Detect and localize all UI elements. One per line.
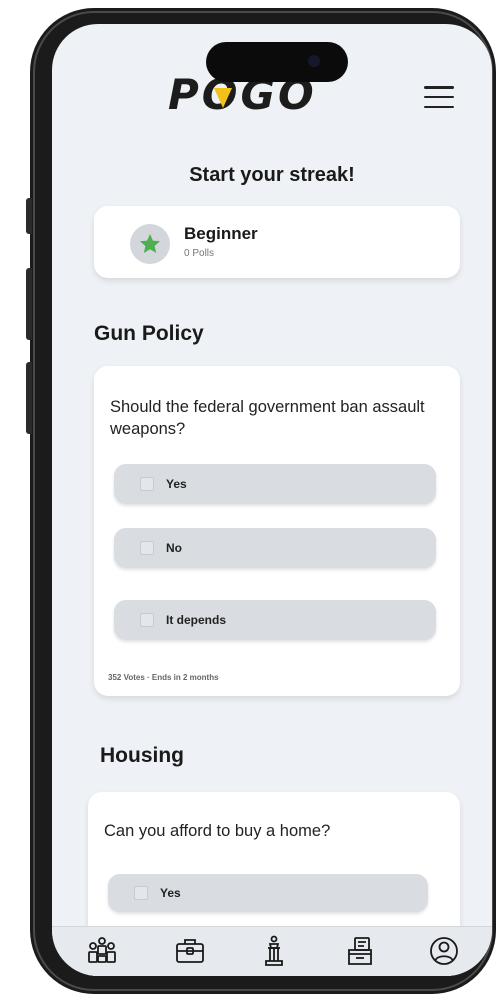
camera-icon	[308, 55, 320, 67]
poll-meta: 352 Votes · Ends in 2 months	[108, 673, 219, 682]
bottom-tab-bar	[52, 926, 492, 976]
option-label: No	[166, 541, 182, 555]
poll-card: Should the federal government ban assaul…	[94, 366, 460, 696]
section-title-housing: Housing	[100, 744, 184, 767]
tab-community[interactable]	[84, 933, 120, 969]
action-button	[26, 198, 32, 234]
tab-profile[interactable]	[426, 933, 462, 969]
poll-question: Should the federal government ban assaul…	[110, 398, 425, 438]
section-title-gun-policy: Gun Policy	[94, 322, 204, 345]
option-label: Yes	[160, 886, 181, 900]
poll-option-yes[interactable]: Yes	[108, 874, 428, 912]
logo-accent-icon	[214, 88, 232, 108]
option-label: It depends	[166, 613, 227, 627]
tab-podium[interactable]	[256, 933, 292, 969]
checkbox[interactable]	[140, 477, 154, 491]
streak-title: Start your streak!	[189, 164, 355, 186]
level-card[interactable]: Beginner 0 Polls	[94, 206, 460, 278]
profile-icon	[430, 937, 458, 965]
checkbox[interactable]	[140, 613, 154, 627]
tab-vote[interactable]	[342, 933, 378, 969]
poll-option-yes[interactable]: Yes	[114, 464, 436, 504]
dynamic-island	[206, 42, 348, 82]
podium-icon	[265, 935, 283, 966]
poll-option-no[interactable]: No	[114, 528, 436, 568]
hamburger-menu-icon[interactable]	[424, 86, 454, 108]
option-label: Yes	[166, 477, 187, 491]
volume-down-button	[26, 362, 32, 434]
poll-question: Can you afford to buy a home?	[104, 822, 331, 840]
star-icon	[140, 234, 160, 253]
ballot-box-icon	[348, 937, 372, 965]
level-badge	[130, 224, 170, 264]
level-poll-count: 0 Polls	[184, 248, 215, 259]
briefcase-icon	[176, 939, 204, 963]
app-screen: POGO Start your streak! Beginner 0 Polls…	[52, 24, 492, 976]
level-name: Beginner	[184, 224, 258, 243]
checkbox[interactable]	[140, 541, 154, 555]
volume-up-button	[26, 268, 32, 340]
checkbox[interactable]	[134, 886, 148, 900]
people-icon	[88, 937, 116, 963]
tab-work[interactable]	[172, 933, 208, 969]
poll-option-it-depends[interactable]: It depends	[114, 600, 436, 640]
